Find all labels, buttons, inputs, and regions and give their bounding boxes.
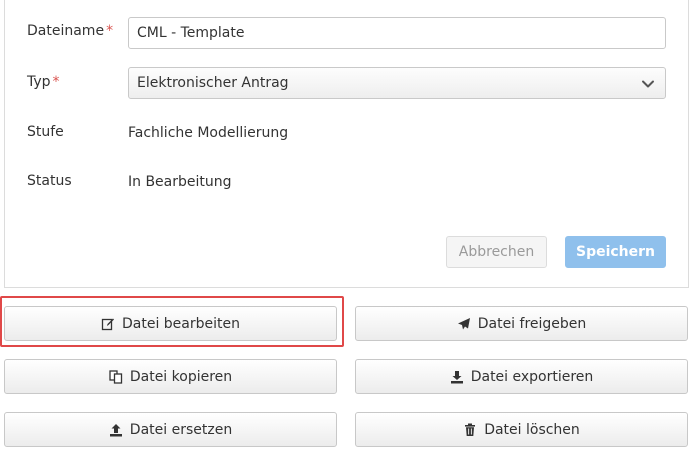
type-value: Elektronischer Antrag bbox=[137, 75, 289, 91]
filename-label: Dateiname * bbox=[27, 23, 114, 39]
copy-file-button[interactable]: Datei kopieren bbox=[4, 359, 337, 394]
replace-file-label: Datei ersetzen bbox=[129, 421, 233, 438]
delete-file-label: Datei löschen bbox=[484, 421, 580, 438]
edit-file-label: Datei bearbeiten bbox=[121, 315, 240, 332]
filename-row: Dateiname * bbox=[27, 23, 128, 39]
delete-file-button[interactable]: Datei löschen bbox=[355, 412, 688, 447]
release-file-button[interactable]: Datei freigeben bbox=[355, 306, 688, 341]
type-label: Typ * bbox=[27, 74, 60, 90]
status-value: In Bearbeitung bbox=[128, 174, 232, 190]
copy-icon bbox=[109, 369, 122, 384]
stage-label: Stufe bbox=[27, 124, 64, 140]
required-marker: * bbox=[106, 23, 114, 39]
cancel-button[interactable]: Abbrechen bbox=[446, 236, 547, 268]
type-row: Typ * bbox=[27, 74, 128, 90]
replace-file-button[interactable]: Datei ersetzen bbox=[4, 412, 337, 447]
download-icon bbox=[450, 370, 463, 383]
stage-value: Fachliche Modellierung bbox=[128, 125, 289, 141]
upload-icon bbox=[109, 423, 122, 436]
status-row: Status bbox=[27, 173, 128, 189]
stage-row: Stufe bbox=[27, 124, 128, 140]
status-label: Status bbox=[27, 173, 72, 189]
release-file-label: Datei freigeben bbox=[477, 315, 587, 332]
export-file-button[interactable]: Datei exportieren bbox=[355, 359, 688, 394]
copy-file-label: Datei kopieren bbox=[129, 368, 233, 385]
type-select[interactable]: Elektronischer Antrag bbox=[128, 67, 666, 99]
trash-icon bbox=[465, 423, 476, 436]
edit-file-button[interactable]: Datei bearbeiten bbox=[4, 306, 337, 341]
edit-icon bbox=[101, 318, 114, 330]
export-file-label: Datei exportieren bbox=[470, 368, 594, 385]
required-marker: * bbox=[52, 74, 60, 90]
chevron-down-icon bbox=[642, 80, 654, 88]
filename-input[interactable]: CML - Template bbox=[128, 17, 666, 49]
filename-value: CML - Template bbox=[137, 25, 245, 41]
paper-plane-icon bbox=[457, 317, 470, 329]
save-button[interactable]: Speichern bbox=[565, 236, 666, 268]
